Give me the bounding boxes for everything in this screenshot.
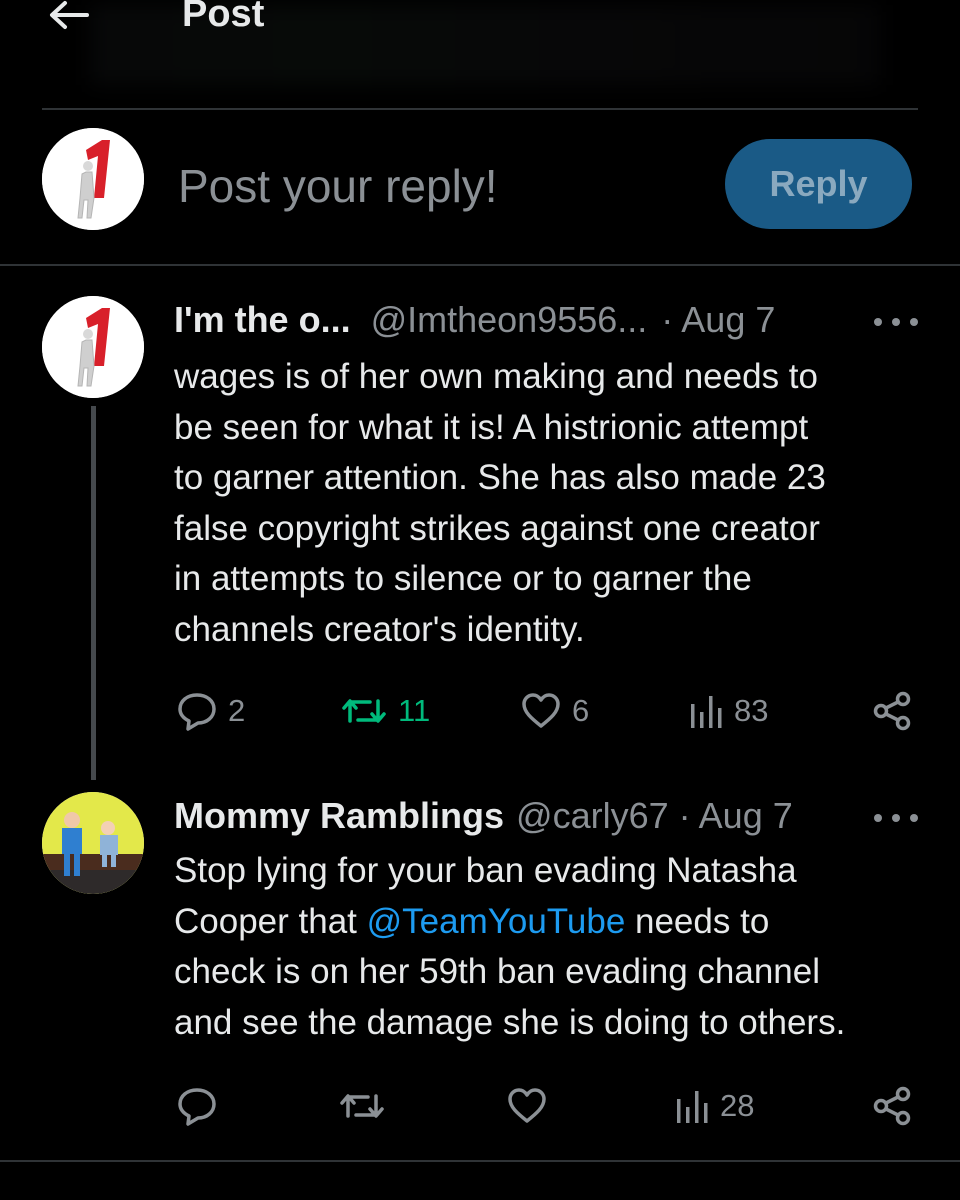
composer-divider <box>0 264 960 266</box>
separator-dot: · <box>661 299 674 340</box>
more-options-button[interactable] <box>874 312 918 332</box>
heart-icon <box>522 693 560 728</box>
mention-link[interactable]: @TeamYouTube <box>367 902 626 941</box>
more-options-button[interactable] <box>874 808 918 828</box>
separator-dot: · <box>678 795 691 836</box>
tweet-text: wages is of her own making and needs to … <box>174 357 826 649</box>
avatar[interactable] <box>42 296 144 398</box>
header-divider <box>42 108 918 110</box>
speech-bubble-icon <box>178 693 216 731</box>
bar-chart-icon <box>677 1091 708 1123</box>
views-action[interactable]: 83 <box>688 690 768 732</box>
post-date[interactable]: Aug 7 <box>681 298 775 342</box>
avatar-number-one-figure-icon <box>42 296 144 398</box>
repost-icon <box>342 699 386 723</box>
like-action[interactable]: 6 <box>520 690 589 732</box>
reply-input[interactable] <box>178 156 698 216</box>
repost-count: 11 <box>398 693 431 728</box>
page-title: Post <box>182 0 265 35</box>
author-handle[interactable]: @Imtheon9556... <box>371 298 648 342</box>
author-handle[interactable]: @carly67 <box>516 794 669 838</box>
repost-action[interactable] <box>338 1085 396 1127</box>
avatar-number-one-figure-icon <box>42 128 144 230</box>
more-dots-icon <box>874 814 882 822</box>
views-action[interactable]: 28 <box>674 1085 754 1127</box>
author-name[interactable]: Mommy Ramblings <box>174 794 504 838</box>
bottom-divider <box>0 1160 960 1162</box>
views-count: 83 <box>734 693 769 728</box>
tweet-text: Stop lying for your ban evading Natasha … <box>174 846 934 1048</box>
bar-chart-icon <box>691 696 722 728</box>
reply-action[interactable]: 2 <box>176 690 245 732</box>
tweet-header: I'm the o... @Imtheon9556... · Aug 7 <box>174 298 775 342</box>
share-icon <box>873 691 911 731</box>
share-icon <box>873 1086 911 1126</box>
more-dots-icon <box>874 318 882 326</box>
reply-count: 2 <box>228 693 246 728</box>
like-action[interactable] <box>506 1085 558 1127</box>
avatar-children-photo-icon <box>42 792 144 894</box>
like-count: 6 <box>572 693 590 728</box>
arrow-left-icon <box>50 1 89 29</box>
share-action[interactable] <box>872 690 914 732</box>
reply-action[interactable] <box>176 1085 228 1127</box>
avatar[interactable] <box>42 792 144 894</box>
composer-avatar[interactable] <box>42 128 144 230</box>
repost-action[interactable]: 11 <box>340 690 430 732</box>
post-date[interactable]: Aug 7 <box>699 794 793 838</box>
views-count: 28 <box>720 1088 755 1123</box>
share-action[interactable] <box>872 1085 914 1127</box>
heart-icon <box>508 1088 546 1123</box>
tweet-header: Mommy Ramblings @carly67 · Aug 7 <box>174 794 793 838</box>
reply-button[interactable]: Reply <box>725 139 912 229</box>
author-name[interactable]: I'm the o... <box>174 298 351 342</box>
back-button[interactable] <box>40 0 96 30</box>
thread-line <box>91 406 96 780</box>
speech-bubble-icon <box>178 1088 216 1126</box>
repost-icon <box>340 1094 384 1118</box>
